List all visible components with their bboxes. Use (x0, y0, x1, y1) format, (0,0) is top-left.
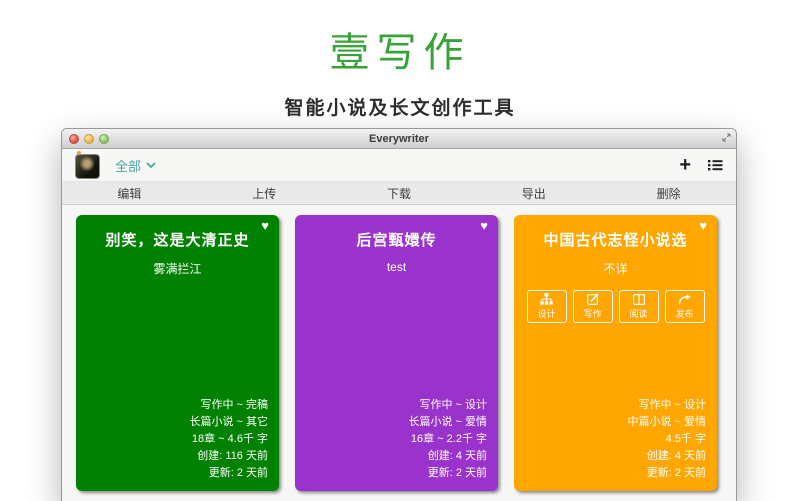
heart-icon[interactable]: ♥ (699, 219, 707, 232)
app-subtitle: 智能小说及长文创作工具 (0, 93, 800, 120)
zoom-button[interactable] (99, 134, 109, 144)
stat-line: 创建: 4 天前 (408, 448, 487, 465)
stat-line: 写作中 ~ 设计 (408, 397, 487, 414)
publish-button[interactable]: 发布 (665, 290, 705, 323)
window-title: Everywriter (62, 133, 736, 145)
traffic-lights (69, 129, 109, 148)
stat-line: 长篇小说 ~ 爱情 (408, 414, 487, 431)
book-grid: ♥ 别笑，这是大清正史 雾满拦江 写作中 ~ 完稿 长篇小说 ~ 其它 18章 … (62, 205, 736, 491)
design-button[interactable]: 设计 (527, 290, 567, 323)
book-title: 后宫甄嬛传 (295, 229, 498, 250)
add-book-button[interactable]: + (679, 156, 691, 174)
book-actions: 设计 写作 (514, 290, 717, 323)
menu-item-edit[interactable]: 编辑 (62, 185, 197, 202)
stat-line: 写作中 ~ 设计 (627, 397, 706, 414)
book-author: 不详 (514, 260, 717, 277)
notification-dot (77, 151, 81, 155)
menu-item-export[interactable]: 导出 (466, 185, 601, 202)
action-label: 阅读 (629, 307, 647, 320)
fullscreen-icon[interactable] (722, 133, 731, 142)
book-author: 雾满拦江 (76, 260, 279, 277)
avatar[interactable] (75, 154, 100, 179)
sitemap-icon (540, 293, 553, 305)
stat-line: 18章 ~ 4.6千 字 (189, 431, 268, 448)
book-title: 中国古代志怪小说选 (514, 229, 717, 250)
stat-line: 创建: 116 天前 (189, 448, 268, 465)
minimize-button[interactable] (84, 134, 94, 144)
stat-line: 更新: 2 天前 (408, 465, 487, 482)
action-label: 发布 (675, 307, 693, 320)
heart-icon[interactable]: ♥ (480, 219, 488, 232)
stat-line: 写作中 ~ 完稿 (189, 397, 268, 414)
action-label: 设计 (537, 307, 555, 320)
read-icon (633, 294, 645, 305)
book-card-orange[interactable]: ♥ 中国古代志怪小说选 不详 设计 (514, 215, 717, 491)
stat-line: 16章 ~ 2.2千 字 (408, 431, 487, 448)
action-label: 写作 (583, 307, 601, 320)
book-stats: 写作中 ~ 设计 长篇小说 ~ 爱情 16章 ~ 2.2千 字 创建: 4 天前… (408, 397, 487, 482)
menu-item-delete[interactable]: 删除 (601, 185, 736, 202)
book-title: 别笑，这是大清正史 (76, 229, 279, 250)
list-icon (708, 158, 723, 175)
publish-icon (678, 294, 691, 305)
edit-icon (587, 293, 599, 305)
stat-line: 4.5千 字 (627, 431, 706, 448)
stat-line: 中篇小说 ~ 爱情 (627, 414, 706, 431)
window-titlebar[interactable]: Everywriter (62, 129, 736, 149)
filter-dropdown[interactable]: 全部 (115, 156, 156, 175)
filter-label: 全部 (115, 156, 141, 175)
stat-line: 更新: 2 天前 (189, 465, 268, 482)
stat-line: 更新: 2 天前 (627, 465, 706, 482)
book-stats: 写作中 ~ 设计 中篇小说 ~ 爱情 4.5千 字 创建: 4 天前 更新: 2… (627, 397, 706, 482)
book-card-purple[interactable]: ♥ 后宫甄嬛传 test 写作中 ~ 设计 长篇小说 ~ 爱情 16章 ~ 2.… (295, 215, 498, 491)
app-title: 壹写作 (0, 0, 800, 78)
menu-item-download[interactable]: 下载 (332, 185, 467, 202)
close-button[interactable] (69, 134, 79, 144)
book-card-green[interactable]: ♥ 别笑，这是大清正史 雾满拦江 写作中 ~ 完稿 长篇小说 ~ 其它 18章 … (76, 215, 279, 491)
chevron-down-icon (146, 162, 156, 169)
list-view-button[interactable] (708, 159, 723, 171)
book-author: test (295, 260, 498, 274)
book-stats: 写作中 ~ 完稿 长篇小说 ~ 其它 18章 ~ 4.6千 字 创建: 116 … (189, 397, 268, 482)
menu-item-upload[interactable]: 上传 (197, 185, 332, 202)
stat-line: 长篇小说 ~ 其它 (189, 414, 268, 431)
heart-icon[interactable]: ♥ (261, 219, 269, 232)
stat-line: 创建: 4 天前 (627, 448, 706, 465)
menubar: 编辑 上传 下载 导出 删除 (62, 182, 736, 205)
read-button[interactable]: 阅读 (619, 290, 659, 323)
app-window: Everywriter 全部 + (61, 128, 737, 501)
app-header: 壹写作 智能小说及长文创作工具 (0, 0, 800, 120)
toolbar: 全部 + (62, 149, 736, 182)
write-button[interactable]: 写作 (573, 290, 613, 323)
